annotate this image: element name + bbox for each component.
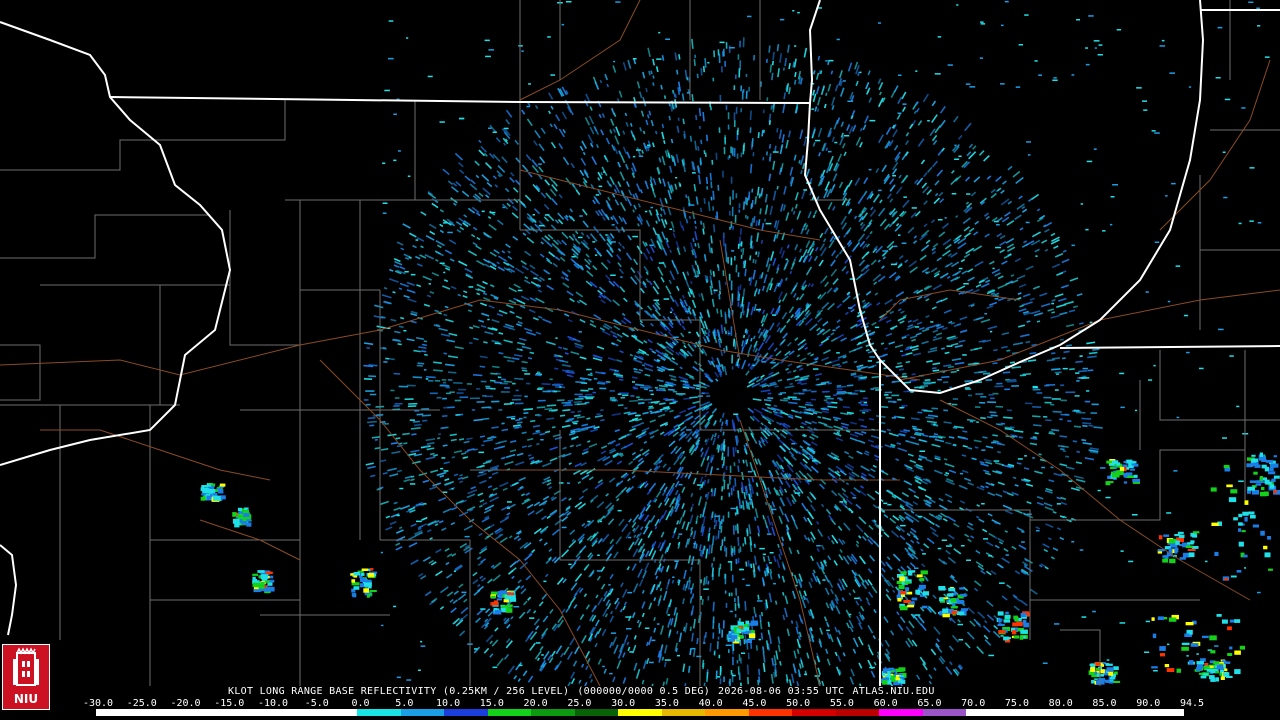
legend-tick-label: 15.0	[479, 698, 504, 709]
legend-tick-label: 90.0	[1136, 698, 1161, 709]
colorbar-segment	[661, 709, 706, 716]
colorbar-segment	[1140, 709, 1184, 716]
colorbar-segment	[313, 709, 358, 716]
colorbar-segment	[183, 709, 227, 716]
colorbar-segment	[705, 709, 749, 716]
legend-tick-label: 80.0	[1048, 698, 1073, 709]
legend-tick-label: -15.0	[214, 698, 245, 709]
niu-logo: NIU	[2, 644, 50, 710]
legend-tick-label: 94.5	[1179, 698, 1205, 709]
legend-tick-label: -10.0	[257, 698, 289, 709]
colorbar-segment	[922, 709, 967, 716]
colorbar-segment	[966, 709, 1010, 716]
colorbar-segment	[270, 709, 314, 716]
colorbar-segment	[444, 709, 488, 716]
colorbar-segment	[357, 709, 401, 716]
legend-tick-label: 30.0	[611, 698, 636, 709]
legend-tick-label: 0.0	[351, 698, 370, 709]
colorbar-segment	[1096, 709, 1141, 716]
radar-map	[0, 0, 1280, 686]
colorbar-segment	[139, 709, 184, 716]
colorbar-segment	[792, 709, 836, 716]
legend-tick-label: 55.0	[829, 698, 854, 709]
legend-tick-label: 45.0	[742, 698, 767, 709]
timestamp: 2026-08-06 03:55 UTC	[718, 686, 845, 697]
colorbar-segment	[835, 709, 880, 716]
legend-tick-label: -30.0	[82, 698, 114, 709]
colorbar-segment	[618, 709, 662, 716]
legend-tick-label: 40.0	[698, 698, 723, 709]
tower-icon	[13, 647, 39, 686]
legend-tick-label: 75.0	[1004, 698, 1029, 709]
scan-info: (000000/0000 0.5 DEG)	[577, 686, 711, 697]
product-title: KLOT LONG RANGE BASE REFLECTIVITY (0.25K…	[228, 686, 943, 698]
product-name: KLOT LONG RANGE BASE REFLECTIVITY (0.25K…	[228, 686, 570, 697]
legend-tick-label: -25.0	[126, 698, 157, 709]
colorbar-segment	[1053, 709, 1097, 716]
colorbar-segment	[879, 709, 923, 716]
colorbar-segment	[748, 709, 793, 716]
legend-tick-label: -20.0	[170, 698, 201, 709]
colorbar-segment	[531, 709, 575, 716]
colorbar-segment	[487, 709, 532, 716]
legend-tick-label: 70.0	[961, 698, 986, 709]
legend-tick-label: 50.0	[786, 698, 811, 709]
legend-tick-label: 35.0	[654, 698, 679, 709]
colorbar-segment	[574, 709, 619, 716]
legend-tick-label: 85.0	[1092, 698, 1117, 709]
legend-tick-label: 25.0	[567, 698, 592, 709]
reflectivity-colorbar	[96, 709, 1184, 716]
legend-tick-label: 20.0	[523, 698, 548, 709]
legend-tick-label: 60.0	[873, 698, 898, 709]
logo-text: NIU	[13, 692, 39, 706]
legend-tick-label: 5.0	[395, 698, 414, 709]
legend-tick-labels: -30.0 -25.0 -20.0 -15.0 -10.0 -5.0 0.0 5.0 10.0 1…	[83, 698, 1204, 709]
legend-tick-label: -5.0	[304, 698, 329, 709]
colorbar-segment	[96, 709, 140, 716]
source-url: ATLAS.NIU.EDU	[852, 686, 935, 697]
colorbar-segment	[400, 709, 445, 716]
colorbar-segment	[226, 709, 271, 716]
legend-tick-label: 65.0	[917, 698, 942, 709]
legend-tick-label: 10.0	[436, 698, 461, 709]
colorbar-segment	[1009, 709, 1054, 716]
